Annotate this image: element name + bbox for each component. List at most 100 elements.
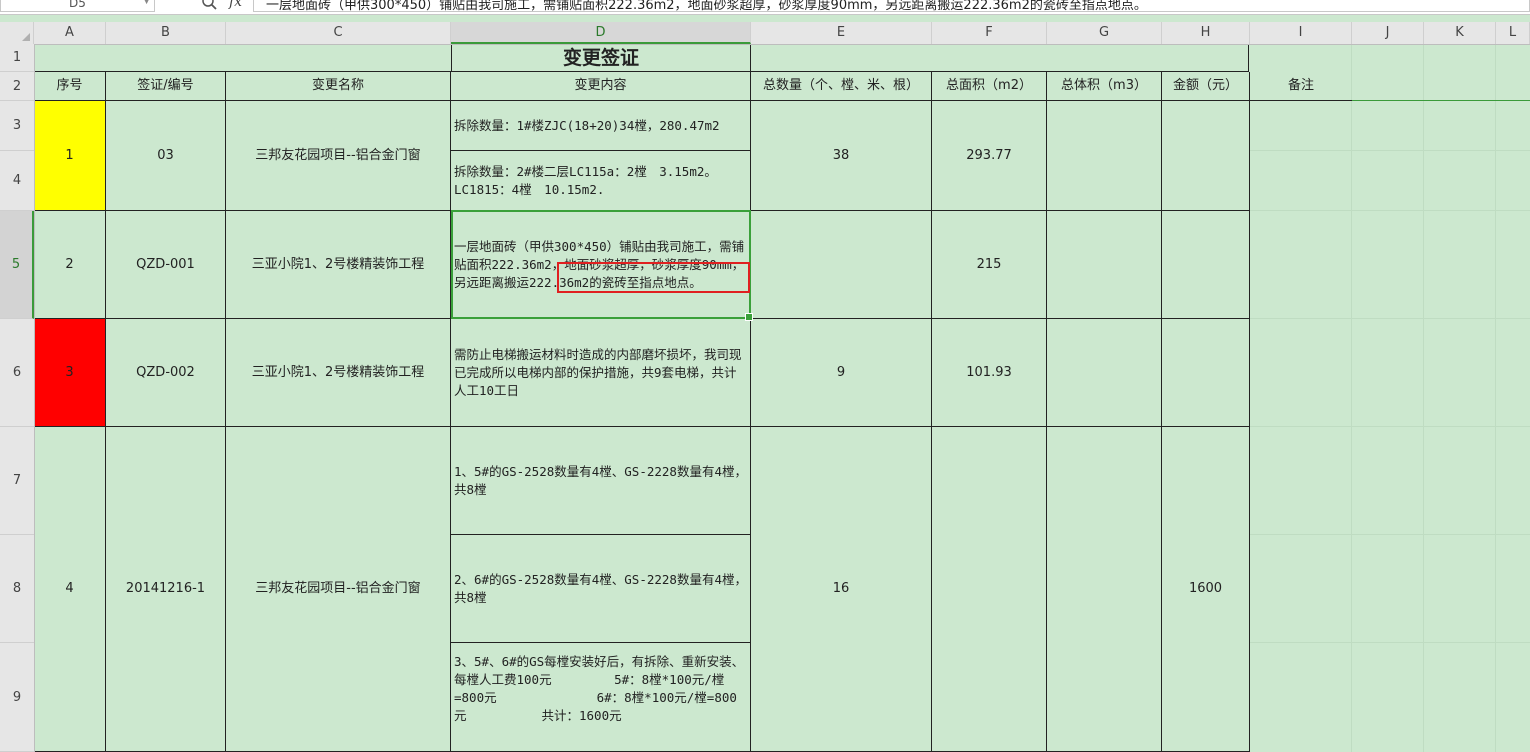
column-header-A[interactable]: A bbox=[34, 22, 106, 44]
header-qty-label: 总数量（个、樘、米、根） bbox=[762, 78, 919, 93]
name-box[interactable]: D5 ▼ bbox=[0, 0, 155, 12]
content-text: 拆除数量：2#楼二层LC115a：2樘 3.15m2。LC1815：4樘 10.… bbox=[454, 163, 717, 197]
header-amount[interactable]: 金额（元） bbox=[1162, 72, 1250, 101]
column-header-F[interactable]: F bbox=[932, 22, 1047, 44]
header-content[interactable]: 变更内容 bbox=[451, 72, 751, 101]
cell-area-2[interactable]: 215 bbox=[932, 211, 1047, 319]
header-area[interactable]: 总面积（m2） bbox=[932, 72, 1047, 101]
cell-A1-C1[interactable] bbox=[34, 44, 451, 72]
cell-qty-4[interactable]: 16 bbox=[751, 427, 932, 752]
row-header-9[interactable]: 9 bbox=[0, 643, 34, 752]
cell-volume-1[interactable] bbox=[1047, 101, 1162, 211]
column-header-H[interactable]: H bbox=[1162, 22, 1250, 44]
header-volume-label: 总体积（m3） bbox=[1061, 78, 1147, 93]
cell-amount-2[interactable] bbox=[1162, 211, 1250, 319]
content-text: 2、6#的GS-2528数量有4樘、GS-2228数量有4樘，共8樘 bbox=[454, 571, 747, 605]
header-area-label: 总面积（m2） bbox=[946, 78, 1032, 93]
select-all-corner[interactable] bbox=[0, 22, 34, 44]
row-header-1[interactable]: 1 bbox=[0, 44, 34, 72]
cell-content-1b[interactable]: 拆除数量：2#楼二层LC115a：2樘 3.15m2。LC1815：4樘 10.… bbox=[451, 151, 751, 211]
header-remark-label: 备注 bbox=[1287, 78, 1314, 93]
cell-seq-3[interactable]: 3 bbox=[34, 319, 106, 427]
name-value: 三邦友花园项目--铝合金门窗 bbox=[255, 581, 421, 596]
cell-amount-3[interactable] bbox=[1162, 319, 1250, 427]
name-value: 三亚小院1、2号楼精装饰工程 bbox=[251, 256, 425, 272]
chevron-down-icon[interactable]: ▼ bbox=[143, 0, 150, 6]
formula-input[interactable]: 一层地面砖（甲供300*450）铺贴由我司施工，需铺贴面积222.36m2，地面… bbox=[253, 0, 1530, 13]
column-header-C[interactable]: C bbox=[226, 22, 451, 44]
cell-amount-4[interactable]: 1600 bbox=[1162, 427, 1250, 752]
header-content-label: 变更内容 bbox=[574, 78, 627, 93]
cell-volume-2[interactable] bbox=[1047, 211, 1162, 319]
gridline bbox=[1249, 426, 1530, 427]
row-header-3[interactable]: 3 bbox=[0, 101, 34, 151]
header-code-label: 签证/编号 bbox=[137, 78, 194, 93]
cell-amount-1[interactable] bbox=[1162, 101, 1250, 211]
cell-content-1a[interactable]: 拆除数量：1#楼ZJC(18+20)34樘，280.47m2 bbox=[451, 101, 751, 151]
cell-qty-2[interactable] bbox=[751, 211, 932, 319]
header-name[interactable]: 变更名称 bbox=[226, 72, 451, 101]
cell-qty-3[interactable]: 9 bbox=[751, 319, 932, 427]
zoom-icon[interactable] bbox=[201, 0, 219, 11]
content-text: 需防止电梯搬运材料时造成的内部磨坏损坏，我司现已完成所以电梯内部的保护措施，共9… bbox=[454, 346, 742, 398]
content-text: 一层地面砖（甲供300*450）铺贴由我司施工，需铺贴面积222.36m2，地面… bbox=[454, 238, 745, 290]
cell-area-4[interactable] bbox=[932, 427, 1047, 752]
spreadsheet[interactable]: 变更签证 序号 签证/编号 变更名称 变更内容 总数量（个、樘、米、根） 总面积… bbox=[0, 0, 1530, 752]
cell-content-4a[interactable]: 1、5#的GS-2528数量有4樘、GS-2228数量有4樘，共8樘 bbox=[451, 427, 751, 535]
column-header-L[interactable]: L bbox=[1496, 22, 1530, 44]
code-value: 20141216-1 bbox=[125, 581, 206, 596]
cell-name-4[interactable]: 三邦友花园项目--铝合金门窗 bbox=[226, 427, 451, 752]
header-volume[interactable]: 总体积（m3） bbox=[1047, 72, 1162, 101]
cell-code-1[interactable]: 03 bbox=[106, 101, 226, 211]
cell-content-2[interactable]: 一层地面砖（甲供300*450）铺贴由我司施工，需铺贴面积222.36m2，地面… bbox=[451, 211, 751, 319]
header-code[interactable]: 签证/编号 bbox=[106, 72, 226, 101]
area-value: 293.77 bbox=[966, 147, 1012, 163]
gridline bbox=[1249, 150, 1530, 151]
header-remark[interactable]: 备注 bbox=[1250, 72, 1352, 101]
cell-volume-3[interactable] bbox=[1047, 319, 1162, 427]
column-header-E[interactable]: E bbox=[751, 22, 932, 44]
formula-text: 一层地面砖（甲供300*450）铺贴由我司施工，需铺贴面积222.36m2，地面… bbox=[266, 0, 1147, 13]
column-header-I[interactable]: I bbox=[1250, 22, 1352, 44]
cell-name-1[interactable]: 三邦友花园项目--铝合金门窗 bbox=[226, 101, 451, 211]
row-header-6[interactable]: 6 bbox=[0, 319, 34, 427]
column-header-J[interactable]: J bbox=[1352, 22, 1424, 44]
column-header-D[interactable]: D bbox=[451, 22, 751, 44]
cell-D1-title[interactable]: 变更签证 bbox=[451, 44, 751, 72]
cell-content-4c[interactable]: 3、5#、6#的GS每樘安装好后，有拆除、重新安装、每樘人工费100元 5#：8… bbox=[451, 643, 751, 752]
cell-name-3[interactable]: 三亚小院1、2号楼精装饰工程 bbox=[226, 319, 451, 427]
seq-value: 2 bbox=[65, 256, 74, 272]
cell-E1-H1[interactable] bbox=[751, 44, 1249, 72]
cell-code-3[interactable]: QZD-002 bbox=[106, 319, 226, 427]
header-qty[interactable]: 总数量（个、樘、米、根） bbox=[751, 72, 932, 101]
gridline bbox=[1249, 534, 1530, 535]
cell-code-4[interactable]: 20141216-1 bbox=[106, 427, 226, 752]
row-header-8[interactable]: 8 bbox=[0, 535, 34, 643]
cell-area-3[interactable]: 101.93 bbox=[932, 319, 1047, 427]
cell-content-3[interactable]: 需防止电梯搬运材料时造成的内部磨坏损坏，我司现已完成所以电梯内部的保护措施，共9… bbox=[451, 319, 751, 427]
cell-area-1[interactable]: 293.77 bbox=[932, 101, 1047, 211]
cell-code-2[interactable]: QZD-001 bbox=[106, 211, 226, 319]
cell-seq-2[interactable]: 2 bbox=[34, 211, 106, 319]
row-header-5[interactable]: 5 bbox=[0, 211, 34, 319]
row-header-2[interactable]: 2 bbox=[0, 72, 34, 101]
column-header-K[interactable]: K bbox=[1424, 22, 1496, 44]
row-header-4[interactable]: 4 bbox=[0, 151, 34, 211]
cell-qty-1[interactable]: 38 bbox=[751, 101, 932, 211]
qty-value: 16 bbox=[832, 581, 850, 596]
qty-value: 38 bbox=[832, 147, 850, 163]
function-fx-icon[interactable]: fx bbox=[229, 0, 242, 10]
header-seq[interactable]: 序号 bbox=[34, 72, 106, 101]
column-header-G[interactable]: G bbox=[1047, 22, 1162, 44]
area-value: 101.93 bbox=[966, 364, 1012, 380]
cell-name-2[interactable]: 三亚小院1、2号楼精装饰工程 bbox=[226, 211, 451, 319]
cell-seq-1[interactable]: 1 bbox=[34, 101, 106, 211]
row-header-7[interactable]: 7 bbox=[0, 427, 34, 535]
qty-value: 9 bbox=[836, 364, 846, 380]
cell-volume-4[interactable] bbox=[1047, 427, 1162, 752]
cell-seq-4[interactable]: 4 bbox=[34, 427, 106, 752]
cell-content-4b[interactable]: 2、6#的GS-2528数量有4樘、GS-2228数量有4樘，共8樘 bbox=[451, 535, 751, 643]
column-header-B[interactable]: B bbox=[106, 22, 226, 44]
content-text: 拆除数量：1#楼ZJC(18+20)34樘，280.47m2 bbox=[454, 117, 720, 133]
gridline bbox=[1249, 210, 1530, 211]
